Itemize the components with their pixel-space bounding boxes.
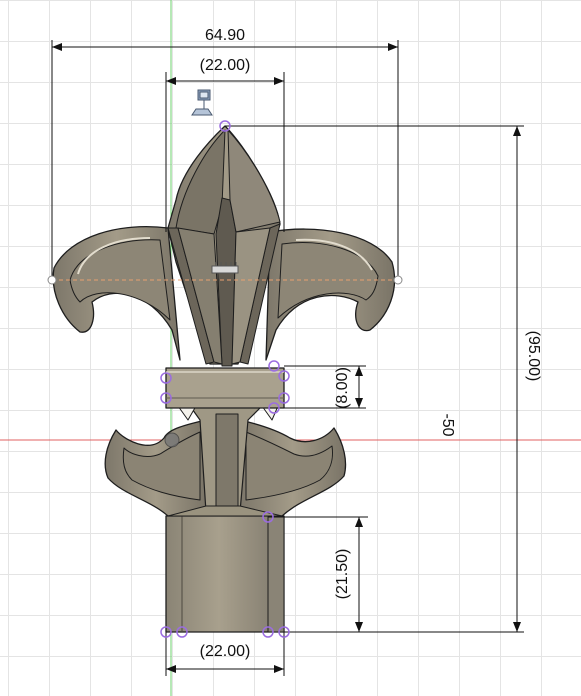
top-width-dimension[interactable]: (22.00) bbox=[200, 57, 251, 74]
spear-right-facet bbox=[227, 129, 281, 233]
dimension-lines bbox=[51, 40, 524, 676]
collar-band[interactable] bbox=[165, 367, 285, 409]
overall-width-dimension[interactable]: 64.90 bbox=[205, 27, 245, 44]
stem-height-dimension[interactable]: (21.50) bbox=[334, 549, 351, 600]
overall-height-dimension[interactable]: (95.00) bbox=[525, 331, 542, 382]
band-height-dimension[interactable]: (8.00) bbox=[334, 367, 351, 409]
offset-dimension[interactable]: -50 bbox=[439, 413, 456, 436]
dimension-arrows bbox=[52, 43, 521, 673]
canvas-svg[interactable]: 64.90 (22.00) (22.00) (95.00) (8.00) (21… bbox=[0, 0, 581, 696]
square-stem[interactable] bbox=[165, 515, 285, 633]
origin-marker[interactable] bbox=[164, 432, 180, 448]
design-canvas[interactable]: 64.90 (22.00) (22.00) (95.00) (8.00) (21… bbox=[0, 0, 581, 696]
sketch-plane-icon[interactable] bbox=[191, 89, 213, 116]
neck-center bbox=[215, 413, 239, 513]
stem-right-face bbox=[267, 515, 285, 633]
bottom-width-dimension[interactable]: (22.00) bbox=[200, 643, 251, 660]
